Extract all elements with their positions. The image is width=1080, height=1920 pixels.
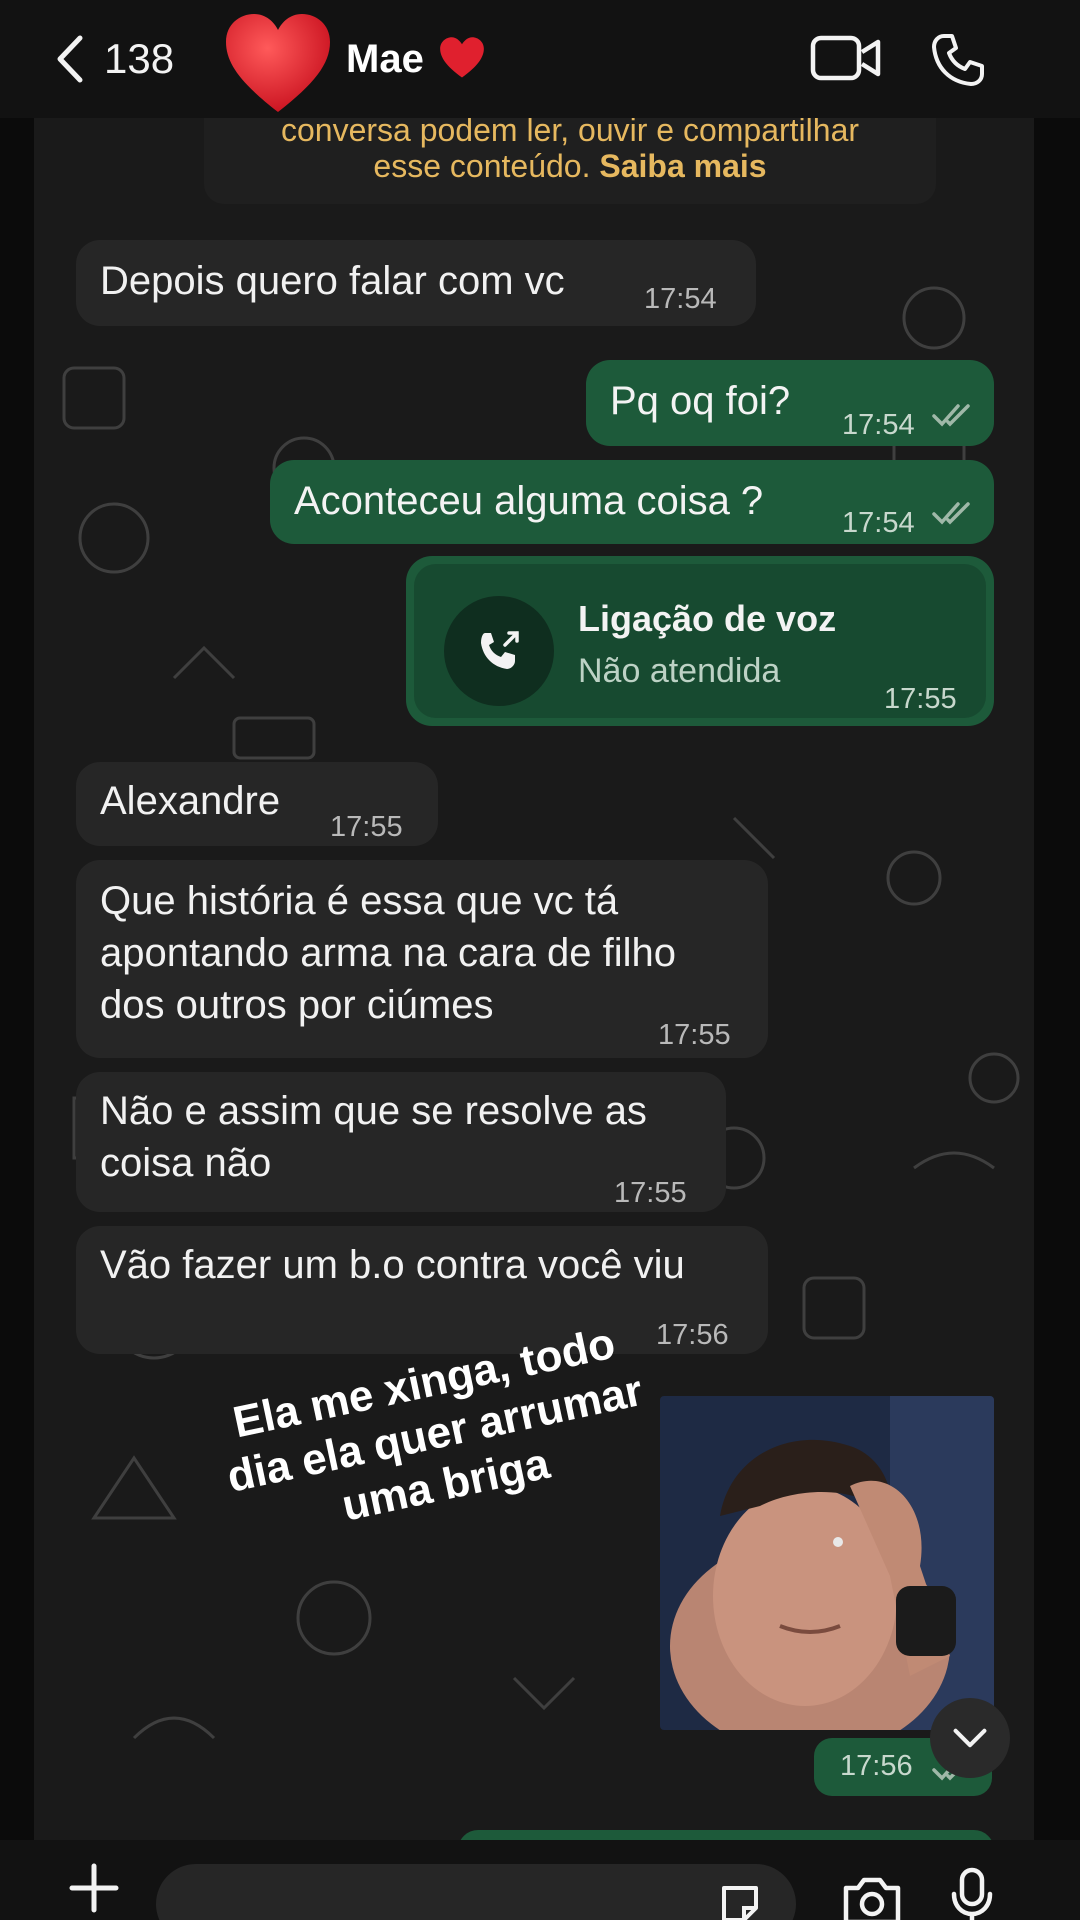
photo-thumbnail: [660, 1396, 994, 1730]
message-time: 17:54: [842, 507, 915, 539]
composer-bar: [0, 1840, 1080, 1920]
heart-emoji-icon: [440, 37, 484, 78]
chat-area[interactable]: conversa podem ler, ouvir e compartilhar…: [34, 118, 1034, 1840]
message-time: 17:55: [658, 1019, 731, 1051]
chevron-down-icon: [953, 1728, 987, 1748]
back-button[interactable]: 138: [52, 30, 174, 88]
message-outgoing[interactable]: Pq oq foi? 17:54: [586, 360, 994, 446]
missed-call-message[interactable]: Ligação de voz Não atendida 17:55: [406, 556, 994, 726]
learn-more-link[interactable]: Saiba mais: [599, 148, 766, 184]
notice-line-1: conversa podem ler, ouvir e compartilhar: [280, 118, 860, 148]
call-card: Ligação de voz Não atendida 17:55: [414, 564, 986, 718]
mic-icon[interactable]: [948, 1866, 996, 1920]
plus-icon[interactable]: [66, 1860, 122, 1916]
call-icon-circle: [444, 596, 554, 706]
message-incoming[interactable]: Não e assim que se resolve as coisa não …: [76, 1072, 726, 1212]
read-ticks-icon: [932, 404, 970, 427]
image-message[interactable]: [660, 1396, 994, 1730]
message-time: 17:56: [840, 1750, 913, 1782]
unread-count: 138: [104, 35, 175, 82]
video-call-icon[interactable]: [810, 32, 882, 84]
chevron-left-icon: [57, 35, 83, 83]
message-time: 17:55: [614, 1177, 687, 1209]
message-outgoing-partial[interactable]: [458, 1830, 994, 1840]
message-time: 17:54: [842, 409, 915, 441]
read-ticks-icon: [932, 502, 970, 525]
chat-header: 138 Mae: [0, 0, 1080, 118]
sticker-icon[interactable]: [716, 1880, 764, 1920]
encryption-notice: conversa podem ler, ouvir e compartilhar…: [204, 118, 936, 204]
phone-icon[interactable]: [930, 32, 986, 88]
contact-name[interactable]: Mae: [346, 36, 485, 82]
heart-avatar-icon: [226, 14, 330, 112]
message-incoming[interactable]: Que história é essa que vc tá apontando …: [76, 860, 768, 1058]
call-status: Não atendida: [578, 652, 781, 690]
camera-icon[interactable]: [840, 1872, 904, 1920]
scroll-to-bottom-button[interactable]: [930, 1698, 1010, 1778]
call-title: Ligação de voz: [578, 598, 837, 639]
message-input[interactable]: [156, 1864, 796, 1920]
message-time: 17:54: [644, 283, 717, 315]
message-incoming[interactable]: Depois quero falar com vc 17:54: [76, 240, 756, 326]
message-incoming[interactable]: Vão fazer um b.o contra você viu 17:56: [76, 1226, 768, 1354]
message-incoming[interactable]: Alexandre 17:55: [76, 762, 438, 846]
message-outgoing[interactable]: Aconteceu alguma coisa ? 17:54: [270, 460, 994, 544]
message-time: 17:55: [330, 811, 403, 843]
call-missed-icon: [481, 631, 519, 669]
notice-line-2: esse conteúdo. Saiba mais: [373, 148, 767, 184]
message-time: 17:55: [884, 683, 957, 715]
message-time: 17:56: [656, 1319, 729, 1351]
avatar[interactable]: [222, 10, 334, 118]
